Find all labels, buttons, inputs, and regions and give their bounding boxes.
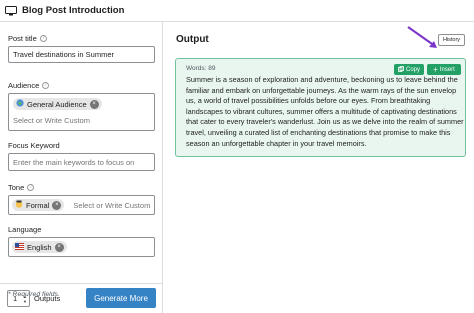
language-chip-label: English [27,242,52,252]
focus-keyword-label: Focus Keyword [8,141,60,150]
audience-label: Audience ? [8,81,50,90]
tone-select[interactable]: Formal × Select or Write Custom [8,195,155,215]
formal-emoji-icon [15,200,23,210]
outputs-count-stepper[interactable]: 1 ▲ ▼ [7,290,30,307]
plus-icon: + [433,64,438,74]
post-title-input[interactable]: Travel destinations in Summer [8,46,155,63]
focus-keyword-placeholder: Enter the main keywords to focus on [13,157,135,167]
audience-chip-label: General Audience [27,99,87,109]
generated-text: Summer is a season of exploration and ad… [186,75,464,148]
tone-placeholder: Select or Write Custom [73,200,151,210]
insert-button-label: Insert [439,66,455,73]
tone-chip-label: Formal [26,200,50,210]
tone-label: Tone ? [8,183,35,192]
title-bar: Blog Post Introduction [0,0,474,22]
generate-bar: 1 ▲ ▼ Outputs Generate More [0,283,163,313]
form-panel: Post title ? Travel destinations in Summ… [0,22,163,313]
remove-chip-icon[interactable]: × [54,242,64,252]
audience-select[interactable]: General Audience × Select or Write Custo… [8,93,155,131]
focus-keyword-label-text: Focus Keyword [8,141,60,150]
copy-icon [398,65,404,74]
language-select[interactable]: English × [8,237,155,257]
remove-chip-icon[interactable]: × [89,99,99,109]
help-icon[interactable]: ? [39,35,47,42]
tone-chip: Formal × [12,199,65,211]
output-panel: Output History Words: 89 Copy + Insert S… [164,22,474,313]
remove-chip-icon[interactable]: × [52,200,62,210]
post-title-label-text: Post title [8,34,37,43]
annotation-arrow-icon [407,26,437,48]
audience-placeholder: Select or Write Custom [13,116,90,125]
insert-button[interactable]: + Insert [427,64,461,75]
globe-icon [16,99,24,109]
outputs-count-value: 1 [13,294,18,303]
word-count: Words: 89 [186,65,216,72]
copy-button[interactable]: Copy [394,64,424,75]
monitor-icon [5,5,17,16]
audience-chip: General Audience × [13,98,102,110]
post-title-label: Post title ? [8,34,47,43]
us-flag-icon [15,242,24,252]
window-title: Blog Post Introduction [22,5,125,16]
generate-more-button[interactable]: Generate More [86,288,156,308]
help-icon[interactable]: ? [27,184,35,191]
post-title-value: Travel destinations in Summer [13,50,115,59]
outputs-label: Outputs [34,294,61,303]
copy-button-label: Copy [405,66,420,73]
focus-keyword-input[interactable]: Enter the main keywords to focus on [8,153,155,171]
output-title: Output [176,34,209,45]
help-icon[interactable]: ? [42,82,50,89]
tone-label-text: Tone [8,183,25,192]
stepper-arrows-icon[interactable]: ▲ ▼ [23,294,27,304]
audience-label-text: Audience [8,81,40,90]
output-card: Words: 89 Copy + Insert Summer is a seas… [175,58,466,157]
language-label: Language [8,225,41,234]
language-chip: English × [12,241,67,253]
history-button[interactable]: History [438,34,465,46]
language-label-text: Language [8,225,42,234]
